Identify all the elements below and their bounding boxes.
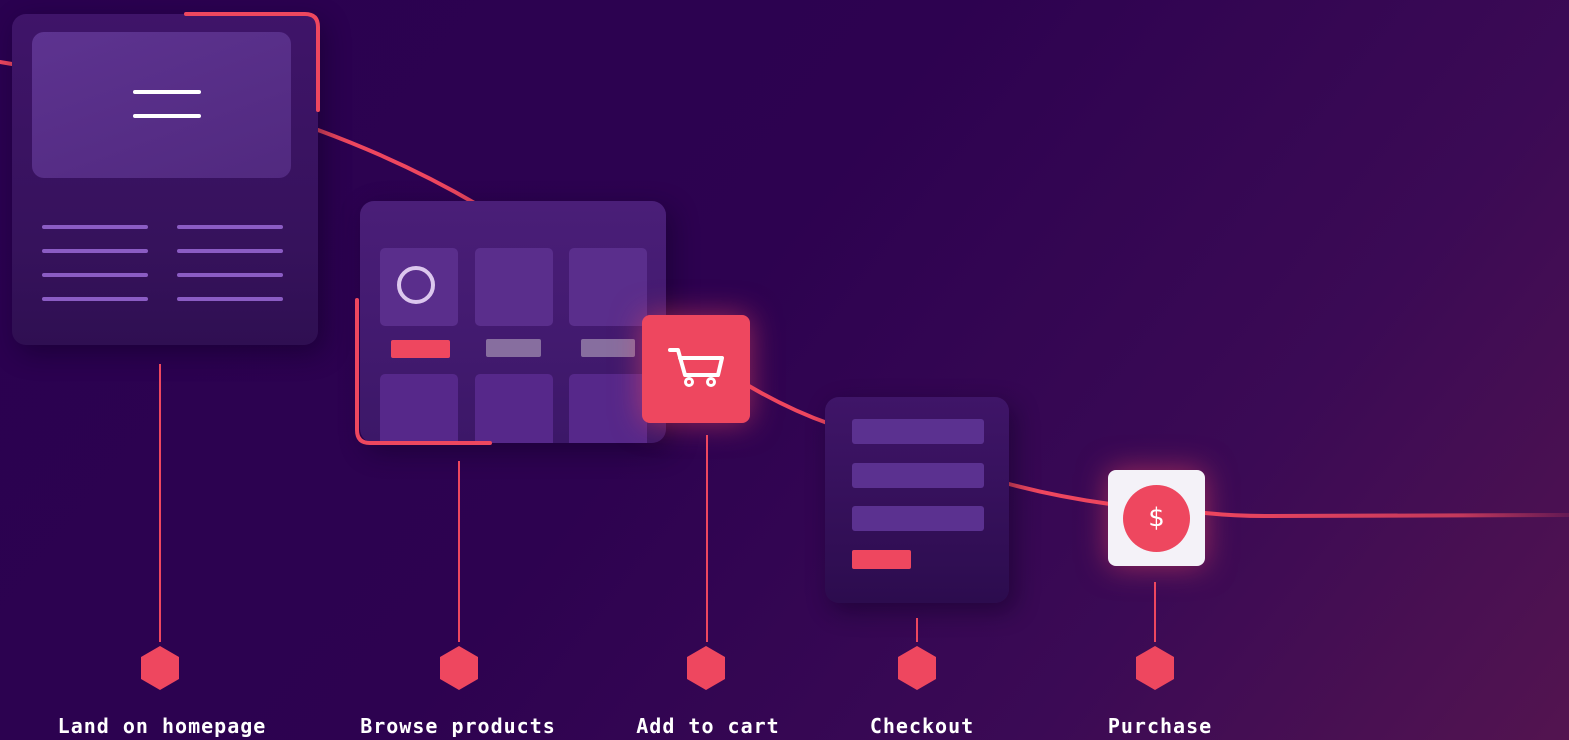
step-label-purchase: Purchase	[1107, 714, 1213, 738]
highlight-frames	[184, 12, 492, 445]
step-connector-line	[706, 435, 708, 642]
step-connector-line	[1154, 582, 1156, 642]
step-connector-line	[458, 461, 460, 642]
step-label-browse-products: Browse products	[360, 714, 556, 738]
step-label-land-on-homepage: Land on homepage	[57, 714, 267, 738]
step-label-checkout: Checkout	[869, 714, 975, 738]
product-grid-highlight-frame	[355, 298, 492, 445]
funnel-diagram: $ Land on homepage Browse products Add t…	[0, 0, 1569, 740]
step-connector-line	[916, 618, 918, 642]
homepage-highlight-frame	[184, 12, 320, 112]
step-connector-line	[159, 364, 161, 642]
